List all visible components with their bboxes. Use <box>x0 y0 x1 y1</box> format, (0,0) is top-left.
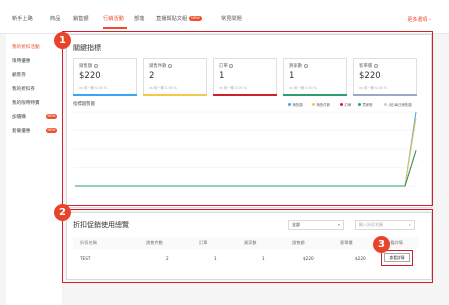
new-badge: NEW <box>46 128 57 133</box>
nav-item-products[interactable]: 商品 <box>50 15 60 22</box>
sidebar-item-add-on[interactable]: 加價購 <box>12 114 26 120</box>
highlight-box-3 <box>381 250 413 266</box>
sidebar: 我的折扣活動 限時優惠 顧客券 我的折扣券 我的限時特賣 加價購 NEW 套餐優… <box>6 34 62 305</box>
nav-item-getting-started[interactable]: 新手上路 <box>12 15 33 22</box>
sidebar-item-bundle[interactable]: 套餐優惠 <box>12 128 30 134</box>
sidebar-item-my-discounts[interactable]: 我的折扣活動 <box>12 44 40 50</box>
more-options-link[interactable]: 更多選項 › <box>407 16 431 23</box>
step-marker-1: 1 <box>54 32 71 49</box>
sidebar-item-my-flash-sale[interactable]: 我的限時特賣 <box>12 100 40 106</box>
step-marker-2: 2 <box>54 204 71 221</box>
new-badge: NEW <box>189 15 202 21</box>
highlight-box-1 <box>62 31 433 206</box>
nav-item-sales[interactable]: 銷售額 <box>73 15 89 22</box>
page: 新手上路 商品 銷售額 行銷活動 部落 直播與貼文組 NEW 常見問題 更多選項 … <box>0 0 449 305</box>
top-nav: 新手上路 商品 銷售額 行銷活動 部落 直播與貼文組 NEW 常見問題 更多選項 … <box>0 0 449 34</box>
nav-item-faq[interactable]: 常見問題 <box>221 15 242 22</box>
sidebar-item-customer-coupons[interactable]: 顧客券 <box>12 72 26 78</box>
sidebar-item-my-coupons[interactable]: 我的折扣券 <box>12 86 35 92</box>
active-tab-indicator <box>103 27 127 29</box>
sidebar-item-flash-deals[interactable]: 限時優惠 <box>12 58 30 64</box>
nav-item-live-label: 直播與貼文組 <box>156 16 188 22</box>
new-badge: NEW <box>46 114 57 119</box>
nav-item-blog[interactable]: 部落 <box>134 15 144 22</box>
nav-item-live-posts[interactable]: 直播與貼文組 NEW <box>156 15 202 22</box>
nav-item-marketing[interactable]: 行銷活動 <box>103 15 124 22</box>
step-marker-3: 3 <box>373 236 390 253</box>
